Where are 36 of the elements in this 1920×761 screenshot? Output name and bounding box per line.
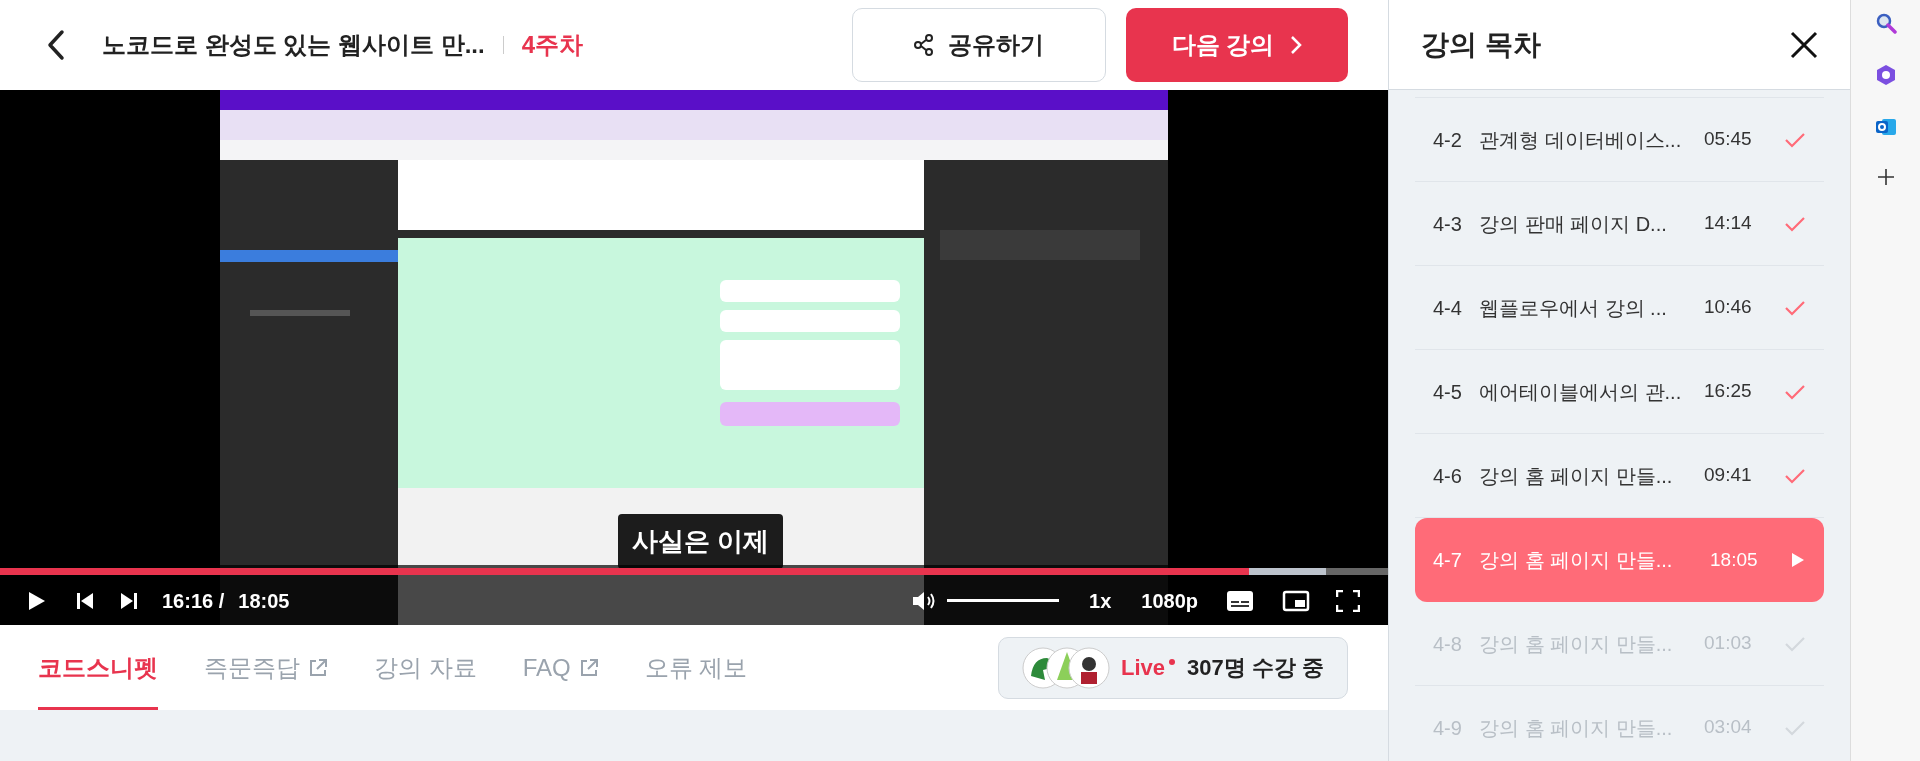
current-time: 16:16 / (162, 589, 225, 614)
close-icon[interactable] (1790, 30, 1818, 59)
tab[interactable]: FAQ (522, 625, 599, 710)
lesson-item[interactable]: 4-2 관계형 데이터베이스... 05:45 (1415, 98, 1824, 182)
search-icon[interactable] (1874, 12, 1897, 34)
live-label: Live (1121, 654, 1166, 682)
course-title: 노코드로 완성도 있는 웹사이트 만... (102, 30, 485, 60)
mail-icon[interactable] (1874, 116, 1897, 138)
add-icon[interactable] (1876, 168, 1895, 186)
speed-button[interactable]: 1x (1089, 586, 1112, 616)
lesson-item[interactable]: 4-4 웹플로우에서 강의 ... 10:46 (1415, 266, 1824, 350)
fullscreen-icon[interactable] (1336, 590, 1360, 612)
share-button[interactable]: 공유하기 (852, 8, 1106, 82)
lesson-item[interactable]: 4-7 강의 홈 페이지 만들... 18:05 (1415, 518, 1824, 602)
tab[interactable]: 코드스니펫 (38, 625, 158, 710)
tab[interactable]: 즉문즉답 (204, 625, 328, 710)
play-icon (1790, 551, 1806, 569)
tab[interactable]: 강의 자료 (374, 625, 477, 710)
duration: 18:05 (238, 589, 290, 614)
quality-button[interactable]: 1080p (1141, 586, 1198, 616)
lesson-item[interactable]: 4-3 강의 판매 페이지 D... 14:14 (1415, 182, 1824, 266)
hexagon-icon[interactable] (1874, 64, 1897, 86)
sidebar-title: 강의 목차 (1421, 27, 1541, 62)
play-icon[interactable] (28, 591, 46, 611)
avatar-icon (1021, 645, 1111, 690)
tab[interactable]: 오류 제보 (644, 625, 748, 710)
next-icon[interactable] (120, 592, 138, 610)
previous-icon[interactable] (76, 592, 94, 610)
captions-icon[interactable] (1226, 590, 1254, 612)
viewer-count: 307명 수강 중 (1187, 654, 1324, 682)
chevron-right-icon (1290, 35, 1303, 55)
next-lesson-button[interactable]: 다음 강의 (1126, 8, 1348, 82)
lesson-item[interactable]: 4-5 에어테이블에서의 관... 16:25 (1415, 350, 1824, 434)
picture-in-picture-icon[interactable] (1282, 590, 1310, 612)
week-label: 4주차 (521, 30, 584, 60)
share-icon (914, 34, 934, 56)
